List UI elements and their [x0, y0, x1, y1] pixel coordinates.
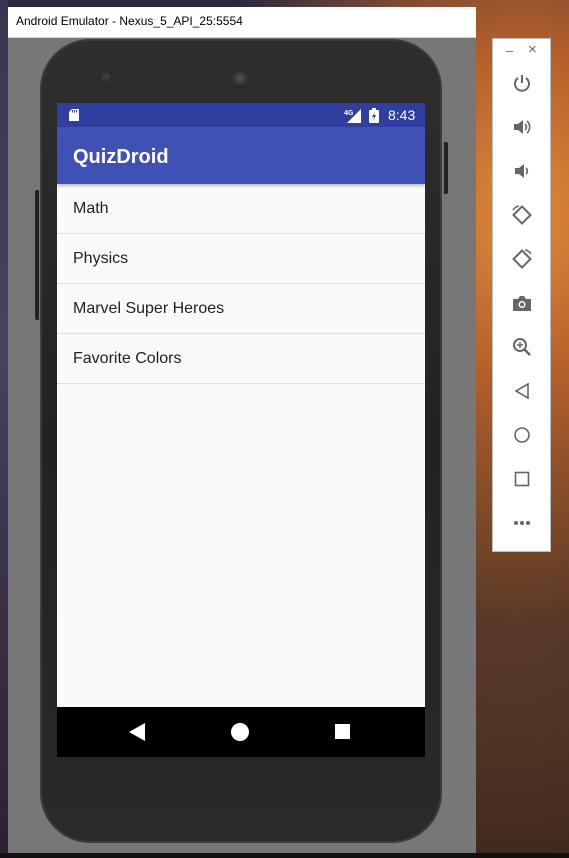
- list-item-label: Physics: [73, 250, 129, 267]
- list-item-label: Math: [73, 200, 109, 217]
- list-item-marvel-super-heroes[interactable]: Marvel Super Heroes: [57, 284, 425, 334]
- list-item-label: Favorite Colors: [73, 350, 182, 367]
- power-icon[interactable]: [510, 71, 534, 95]
- home-icon[interactable]: [231, 723, 249, 741]
- front-camera: [102, 73, 110, 81]
- back-icon[interactable]: [510, 379, 534, 403]
- status-bar: 4G 8:43: [57, 103, 425, 127]
- app-title: QuizDroid: [73, 146, 169, 168]
- sd-card-icon: [69, 109, 79, 121]
- signal-icon: 4G: [344, 109, 361, 123]
- quiz-topic-list: Math Physics Marvel Super Heroes Favorit…: [57, 184, 425, 384]
- light-sensor: [382, 75, 387, 80]
- list-item-favorite-colors[interactable]: Favorite Colors: [57, 334, 425, 384]
- list-item-label: Marvel Super Heroes: [73, 300, 225, 317]
- recents-icon[interactable]: [335, 724, 350, 739]
- overview-icon[interactable]: [510, 467, 534, 491]
- emulator-titlebar[interactable]: Android Emulator - Nexus_5_API_25:5554: [8, 7, 476, 38]
- zoom-icon[interactable]: [510, 335, 534, 359]
- volume-up-icon[interactable]: [510, 115, 534, 139]
- earpiece-speaker: [232, 70, 248, 86]
- home-icon[interactable]: [510, 423, 534, 447]
- rotate-left-icon[interactable]: [510, 203, 534, 227]
- network-type-label: 4G: [344, 110, 354, 117]
- minimize-button[interactable]: –: [506, 43, 513, 58]
- rotate-right-icon[interactable]: [510, 247, 534, 271]
- navigation-bar: [57, 707, 425, 757]
- app-bar: QuizDroid: [57, 127, 425, 184]
- volume-down-icon[interactable]: [510, 159, 534, 183]
- back-icon[interactable]: [129, 723, 145, 741]
- proximity-sensor: [368, 74, 374, 80]
- phone-power-button: [444, 142, 448, 194]
- battery-icon: [369, 108, 379, 123]
- emulator-window: Android Emulator - Nexus_5_API_25:5554 4…: [8, 7, 476, 853]
- camera-icon[interactable]: [510, 291, 534, 315]
- close-button[interactable]: ×: [528, 41, 537, 58]
- taskbar: [0, 853, 569, 858]
- status-clock: 8:43: [388, 107, 416, 123]
- emulator-toolbar: – ×: [492, 38, 551, 552]
- list-item-physics[interactable]: Physics: [57, 234, 425, 284]
- desktop-background: [0, 0, 8, 858]
- phone-screen: 4G 8:43 QuizDroid Math Physics Marvel Su…: [57, 103, 425, 757]
- list-item-math[interactable]: Math: [57, 184, 425, 234]
- window-title: Android Emulator - Nexus_5_API_25:5554: [16, 14, 243, 28]
- more-icon[interactable]: [510, 511, 534, 535]
- phone-volume-button: [35, 190, 39, 320]
